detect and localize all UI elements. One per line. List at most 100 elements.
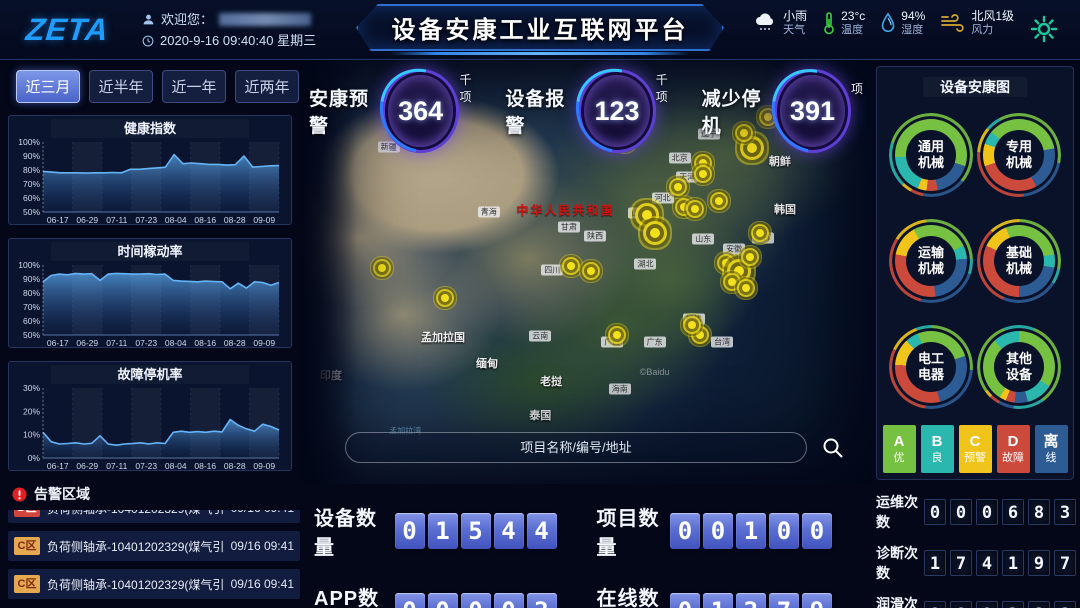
alert-list[interactable]: D区负荷侧轴承-10401202329(煤气引风机电...09/16 09:41… <box>8 510 300 606</box>
alarm-map-marker[interactable] <box>699 170 707 178</box>
kpi-value: 364 <box>398 96 443 127</box>
digit-box: 0 <box>670 593 700 608</box>
stat-label: 在线数量 <box>597 582 670 608</box>
alert-row[interactable]: C区负荷侧轴承-10401202329(煤气引风机电...09/16 09:41 <box>8 531 300 561</box>
svg-text:60%: 60% <box>23 193 40 203</box>
ring-other-equipment: 其他设备 <box>977 325 1061 409</box>
kpi-unit: 千项 <box>459 71 481 105</box>
ring-label: 运输 <box>918 245 944 261</box>
filter-button-近一年[interactable]: 近一年 <box>162 70 226 103</box>
downtime-rate-chart: 0%10%20%30%06-1706-2907-1107-2308-0408-1… <box>11 384 289 477</box>
digit-box: 7 <box>950 550 972 576</box>
chart-title: 健康指数 <box>51 119 249 138</box>
svg-text:08-16: 08-16 <box>194 461 216 471</box>
alert-time: 09/16 09:41 <box>231 539 294 553</box>
alarm-map-marker[interactable] <box>696 331 704 339</box>
map-label-country: 缅甸 <box>476 355 498 371</box>
map-label-watermark: ©Baidu <box>640 367 670 377</box>
alarm-map-marker[interactable] <box>441 294 449 302</box>
weather-value: 94% <box>901 9 925 23</box>
alarm-map-marker[interactable] <box>674 183 682 191</box>
alarm-map-marker[interactable] <box>688 321 696 329</box>
counter-label: 润滑次数 <box>876 594 924 608</box>
alarm-map-marker[interactable] <box>378 264 386 272</box>
legend-item-C: C预警 <box>959 425 992 473</box>
svg-text:08-04: 08-04 <box>165 461 187 471</box>
lubrication-count-digits: 000211 <box>924 601 1076 608</box>
ring-basic-machinery: 基础机械 <box>977 219 1061 303</box>
search-icon[interactable] <box>821 436 845 460</box>
alarm-map-marker[interactable] <box>680 203 688 211</box>
filter-button-近两年[interactable]: 近两年 <box>235 70 299 103</box>
digit-box: 0 <box>395 593 425 608</box>
svg-text:08-28: 08-28 <box>224 215 246 225</box>
alarm-map-marker[interactable] <box>715 197 723 205</box>
svg-text:70%: 70% <box>23 179 40 189</box>
zone-badge: C区 <box>14 575 40 593</box>
alarm-map-marker[interactable] <box>756 229 764 237</box>
alert-row[interactable]: D区负荷侧轴承-10401202329(煤气引风机电...09/16 09:41 <box>8 510 300 523</box>
counter-row: 润滑次数 000211 <box>876 594 1076 608</box>
alert-row[interactable]: C区负荷侧轴承-10401202329(煤气引风机电...09/16 09:41 <box>8 569 300 599</box>
device-count-digits: 01544 <box>395 513 557 549</box>
bottom-stats-section: 设备数量 01544 项目数量 00100 APP数量 00002 在线数量 0… <box>300 484 872 608</box>
map-label-province: 陕西 <box>584 231 606 242</box>
digit-box: 2 <box>1002 601 1024 608</box>
alarm-map-marker[interactable] <box>587 267 595 275</box>
svg-text:06-29: 06-29 <box>76 215 98 225</box>
health-index-chart: 50%60%70%80%90%100%06-1706-2907-1107-230… <box>11 138 289 231</box>
svg-text:50%: 50% <box>23 330 40 340</box>
chart-card-downtime-rate: 故障停机率 0%10%20%30%06-1706-2907-1107-2308-… <box>8 361 292 471</box>
alarm-map-marker[interactable] <box>613 331 621 339</box>
china-map-canvas[interactable]: 新疆青海甘肃陕西山西四川湖北北京天津河北山东江苏安徽云南广西广东福建台湾海南辽宁… <box>300 60 872 484</box>
settings-gear-icon[interactable] <box>1028 13 1060 45</box>
weather-value: 北风1级 <box>971 9 1014 23</box>
alarm-map-marker[interactable] <box>650 228 660 238</box>
svg-text:08-28: 08-28 <box>224 338 246 348</box>
digit-box: 7 <box>769 593 799 608</box>
ring-label: 机械 <box>1006 261 1032 277</box>
filter-button-近半年[interactable]: 近半年 <box>89 70 153 103</box>
kpi-ring: 391 <box>780 75 845 147</box>
alarm-map-marker[interactable] <box>691 205 699 213</box>
svg-text:07-23: 07-23 <box>135 338 157 348</box>
alarm-map-marker[interactable] <box>567 262 575 270</box>
svg-text:08-04: 08-04 <box>165 338 187 348</box>
ring-label: 机械 <box>918 155 944 171</box>
weather-label: 温度 <box>841 23 865 37</box>
kpi-rings-row: 安康预警 364 千项 设备报警 123 千项 减少停机 391 项 <box>300 66 872 156</box>
digit-box: 1 <box>1054 601 1076 608</box>
alarm-map-marker[interactable] <box>722 259 730 267</box>
filter-button-近三月[interactable]: 近三月 <box>16 70 80 103</box>
alarm-map-marker[interactable] <box>734 266 744 276</box>
alarm-map-marker[interactable] <box>642 210 652 220</box>
welcome-block: 欢迎您： 2020-9-16 09:40:40 星期三 <box>142 9 316 51</box>
weather-label: 湿度 <box>901 23 925 37</box>
svg-text:06-17: 06-17 <box>47 461 69 471</box>
maintenance-count-digits: 000683 <box>924 499 1076 525</box>
svg-text:0%: 0% <box>28 453 41 463</box>
digit-box: 9 <box>802 593 832 608</box>
thermometer-icon <box>822 11 836 35</box>
zone-badge: C区 <box>14 537 40 555</box>
ring-label: 其他 <box>1006 351 1032 367</box>
digit-box: 0 <box>769 513 799 549</box>
svg-text:06-29: 06-29 <box>76 461 98 471</box>
project-search-input[interactable] <box>345 432 807 463</box>
app-count-digits: 00002 <box>395 593 557 608</box>
svg-text:09-09: 09-09 <box>253 215 275 225</box>
digit-box: 0 <box>428 593 458 608</box>
title-banner: 设备安康工业互联网平台 <box>356 4 724 51</box>
project-count-digits: 00100 <box>670 513 832 549</box>
alarm-map-marker[interactable] <box>746 253 754 261</box>
health-grade-legend: A优B良C预警D故障离线 <box>877 425 1073 473</box>
alarm-map-marker[interactable] <box>728 278 736 286</box>
chart-card-time-utilization: 时间稼动率 50%60%70%80%90%100%06-1706-2907-11… <box>8 238 292 348</box>
left-panel: 近三月近半年近一年近两年 健康指数 50%60%70%80%90%100%06-… <box>8 64 300 608</box>
svg-text:90%: 90% <box>23 151 40 161</box>
banner-decoration <box>390 52 690 55</box>
digit-box: 0 <box>976 499 998 525</box>
alarm-map-marker[interactable] <box>699 159 707 167</box>
dashboard-root: ZETA 欢迎您： 2020-9-16 09:40:40 星期三 设备安康工业互… <box>0 0 1080 608</box>
alarm-map-marker[interactable] <box>742 284 750 292</box>
